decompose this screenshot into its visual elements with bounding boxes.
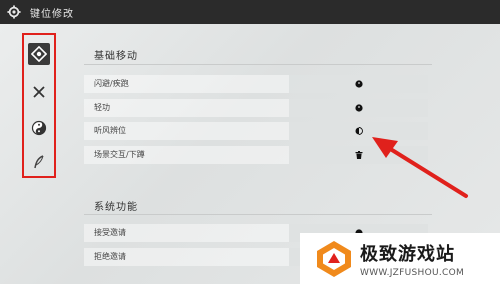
keybind-label: 闪避/疾跑 bbox=[94, 79, 129, 88]
sidebar-item-combat[interactable] bbox=[28, 81, 50, 103]
keybind-label: 拒绝邀请 bbox=[94, 252, 126, 261]
section-divider bbox=[84, 214, 432, 215]
watermark-url: WWW.JZFUSHOU.COM bbox=[360, 267, 465, 278]
watermark-name: 极致游戏站 bbox=[360, 243, 455, 265]
yin-yang-icon bbox=[31, 120, 47, 136]
mouse-icon bbox=[354, 80, 363, 88]
keybind-row-listen-wind: 听风辨位 bbox=[84, 122, 428, 140]
trash-icon bbox=[355, 151, 362, 159]
diamond-target-icon bbox=[31, 46, 47, 62]
keybind-label: 场景交互/下蹲 bbox=[94, 150, 145, 159]
sidebar-item-movement[interactable] bbox=[28, 43, 50, 65]
keybind-row-dodge: 闪避/疾跑 bbox=[84, 75, 428, 93]
brand-logo-icon bbox=[317, 240, 351, 277]
window-title: 键位修改 bbox=[30, 8, 74, 20]
section-divider bbox=[84, 64, 432, 65]
section-title-system: 系统功能 bbox=[94, 202, 138, 213]
keybind-slot-listen-wind[interactable] bbox=[289, 122, 428, 140]
keybind-row-qinggong: 轻功 bbox=[84, 99, 428, 117]
sidebar-item-skills[interactable] bbox=[28, 117, 50, 139]
keybind-label: 接受邀请 bbox=[94, 228, 126, 237]
gear-icon bbox=[7, 5, 21, 19]
keybind-slot-dodge[interactable] bbox=[289, 75, 428, 93]
crossed-swords-icon bbox=[33, 86, 45, 98]
sidebar-item-other[interactable] bbox=[28, 151, 50, 173]
keybind-slot-qinggong[interactable] bbox=[289, 99, 428, 117]
feather-icon bbox=[34, 155, 44, 169]
watermark: 极致游戏站 WWW.JZFUSHOU.COM bbox=[300, 233, 500, 284]
keybind-slot-interact-crouch[interactable] bbox=[289, 146, 428, 164]
keybind-row-interact-crouch: 场景交互/下蹲 bbox=[84, 146, 428, 164]
keybind-label: 轻功 bbox=[94, 103, 110, 112]
title-bar: 键位修改 bbox=[0, 0, 500, 24]
section-title-basic-movement: 基础移动 bbox=[94, 51, 138, 62]
mouse-icon bbox=[354, 104, 363, 112]
mouse-icon bbox=[355, 127, 363, 135]
keybind-label: 听风辨位 bbox=[94, 126, 126, 135]
